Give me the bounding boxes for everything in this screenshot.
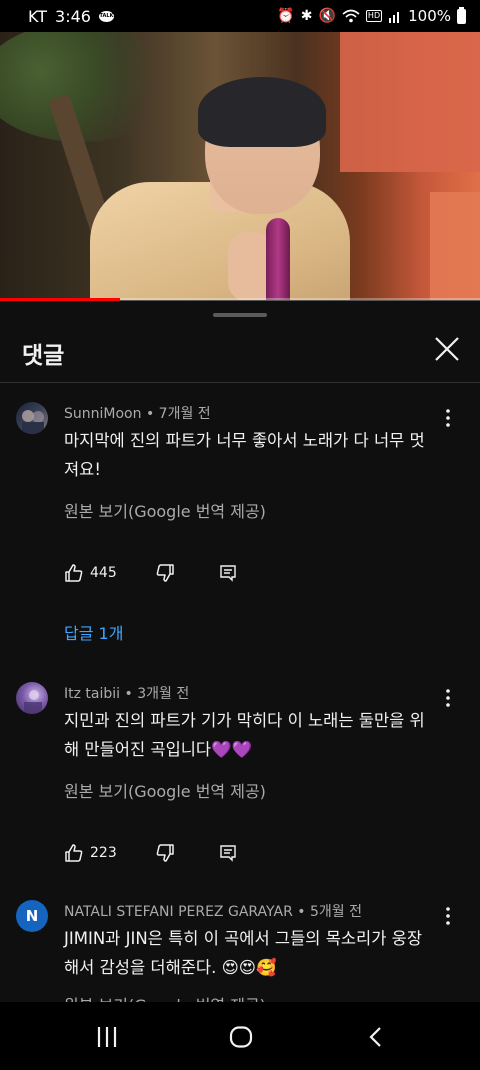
video-player[interactable] [0,32,480,300]
meta-separator: • [145,406,159,422]
dislike-button[interactable] [155,843,175,863]
more-options-icon[interactable] [442,688,454,708]
like-count: 223 [90,845,117,861]
comments-panel: 댓글 SunniMoon • 7개월 전 마지막에 진의 파트가 너무 좋아서 … [0,302,480,1015]
like-count: 445 [90,565,117,581]
comment-author[interactable]: NATALI STEFANI PEREZ GARAYAR [64,904,293,920]
bluetooth-icon: ✱ [300,8,313,24]
thumbs-up-icon [65,564,83,582]
video-frame-microphone [266,218,290,300]
carrier-label: KT [28,6,48,26]
meta-separator: • [297,904,310,920]
comment-age: 7개월 전 [158,406,211,422]
like-button[interactable]: 445 [64,563,155,583]
recent-apps-icon[interactable] [96,1026,118,1048]
comment-text: JIMIN과 JIN은 특히 이 곡에서 그들의 목소리가 웅장해서 감성을 더… [64,929,423,977]
wifi-icon [342,9,360,23]
show-original-link[interactable]: 원본 보기(Google 번역 제공) [64,498,266,522]
like-button[interactable]: 223 [64,843,155,863]
dislike-button[interactable] [155,563,175,583]
comment-text: 지민과 진의 파트가 기가 막히다 이 노래는 둘만을 위해 만들어진 곡입니다… [64,711,425,759]
avatar-photo [22,410,44,434]
signal-icon [389,12,400,23]
comment-author[interactable]: Itz taibii [64,686,120,702]
system-nav-bar [0,1002,480,1070]
reply-icon [220,845,236,862]
mute-icon: 🔇 [318,8,336,24]
video-progress-fill [0,298,120,301]
avatar[interactable]: N [16,900,48,932]
meta-separator: • [124,686,138,702]
comment-age: 5개월 전 [309,904,362,920]
battery-icon [457,6,466,24]
thumbs-up-icon [65,844,83,862]
back-icon[interactable] [368,1026,384,1048]
more-options-icon[interactable] [442,408,454,428]
video-progress-bar[interactable] [0,298,480,301]
comment-meta: NATALI STEFANI PEREZ GARAYAR • 5개월 전 [64,901,362,921]
video-frame-backdrop-lower [430,192,480,300]
comments-title: 댓글 [22,343,65,369]
hd-voice-icon: HD [365,10,383,22]
comment-meta: SunniMoon • 7개월 전 [64,403,211,423]
close-icon[interactable] [432,334,462,364]
avatar[interactable] [16,682,48,714]
home-icon[interactable] [229,1026,253,1048]
status-bar: KT 3:46 TALK ⏰ ✱ 🔇 HD 100% [0,0,480,32]
video-frame-hair [198,77,326,147]
comment-meta: Itz taibii • 3개월 전 [64,683,189,703]
comment-text: 마지막에 진의 파트가 너무 좋아서 노래가 다 너무 멋져요! [64,431,425,479]
avatar-photo [24,690,42,714]
clock: 3:46 [55,6,91,26]
comment-author[interactable]: SunniMoon [64,406,141,422]
reply-button[interactable] [219,564,237,582]
video-frame-backdrop [340,32,480,172]
header-divider [0,382,480,383]
video-frame-foliage [0,32,180,142]
thumbs-down-icon [156,844,174,862]
reply-button[interactable] [219,844,237,862]
comment-age: 3개월 전 [137,686,190,702]
kakaotalk-icon: TALK [98,10,114,22]
comment-actions: 223 [64,841,237,865]
alarm-icon: ⏰ [277,8,295,24]
avatar[interactable] [16,402,48,434]
more-options-icon[interactable] [442,906,454,926]
comment-actions: 445 [64,561,237,585]
reply-icon [220,565,236,582]
show-original-link[interactable]: 원본 보기(Google 번역 제공) [64,778,266,802]
view-replies-link[interactable]: 답글 1개 [64,620,123,644]
drag-handle[interactable] [213,313,267,317]
battery-label: 100% [408,7,451,25]
thumbs-down-icon [156,564,174,582]
